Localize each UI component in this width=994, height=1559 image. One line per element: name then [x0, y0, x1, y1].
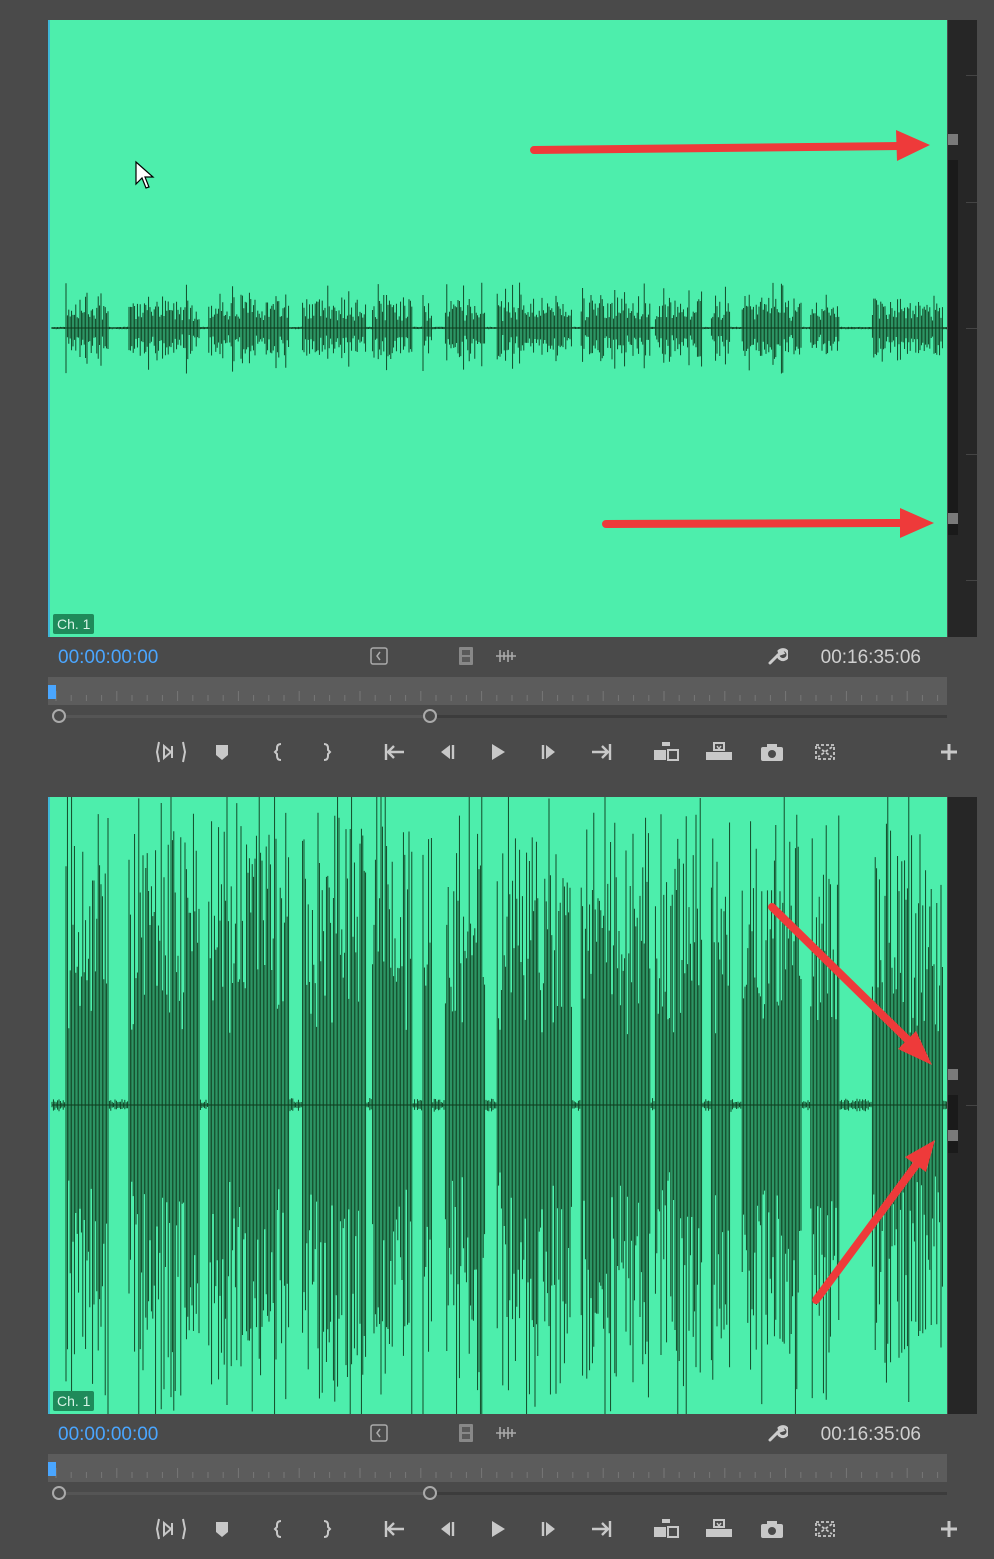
waveform-display[interactable]: Ch. 1 — [48, 797, 947, 1414]
waveform-display[interactable]: Ch. 1 — [48, 20, 947, 637]
scale-tick — [966, 1105, 977, 1106]
zoom-end-handle[interactable] — [423, 1486, 437, 1500]
scale-tick — [966, 454, 977, 455]
scale-tick — [966, 202, 977, 203]
current-timecode[interactable]: 00:00:00:00 — [58, 647, 158, 669]
zoom-start-handle[interactable] — [52, 709, 66, 723]
amplitude-range-track — [948, 160, 958, 535]
source-monitor-panel-top: Ch. 1 00:00:00:00 00:16:35:06 — [0, 0, 994, 777]
play-icon[interactable] — [481, 1513, 513, 1545]
mark-out-icon[interactable] — [310, 1513, 342, 1545]
scale-tick — [966, 75, 977, 76]
timebar: 00:00:00:00 00:16:35:06 — [48, 645, 947, 669]
step-forward-icon[interactable] — [534, 736, 566, 768]
zoom-start-handle[interactable] — [52, 1486, 66, 1500]
add-button-icon[interactable] — [933, 736, 965, 768]
zoom-scrollbar[interactable] — [48, 1485, 947, 1501]
add-marker-icon[interactable] — [206, 1513, 238, 1545]
channel-label: Ch. 1 — [53, 614, 95, 634]
zoom-scrollbar[interactable] — [48, 708, 947, 724]
scale-tick — [966, 328, 977, 329]
amplitude-range-track — [948, 1095, 958, 1153]
waveform-graph — [51, 282, 947, 374]
zoom-selection[interactable] — [58, 1492, 430, 1495]
duration-timecode: 00:16:35:06 — [820, 1424, 921, 1445]
go-to-out-icon[interactable] — [586, 736, 618, 768]
amplitude-lower-handle[interactable] — [948, 513, 958, 524]
overwrite-icon[interactable] — [703, 1513, 735, 1545]
scale-tick — [966, 580, 977, 581]
ruler-ticks — [55, 1468, 939, 1478]
amplitude-upper-handle[interactable] — [948, 134, 958, 145]
amplitude-scale[interactable] — [948, 797, 977, 1414]
export-frame-icon[interactable] — [756, 736, 788, 768]
insert-marker-icon[interactable] — [368, 1422, 390, 1444]
film-icon[interactable] — [455, 645, 477, 667]
audio-scrub-icon[interactable] — [494, 1422, 516, 1444]
add-marker-icon[interactable] — [206, 736, 238, 768]
overwrite-icon[interactable] — [703, 736, 735, 768]
time-ruler[interactable] — [48, 677, 947, 705]
zoom-end-handle[interactable] — [423, 709, 437, 723]
ruler-ticks — [55, 691, 939, 701]
mark-in-icon[interactable] — [263, 736, 295, 768]
time-ruler[interactable] — [48, 1454, 947, 1482]
channel-label: Ch. 1 — [53, 1391, 95, 1411]
button-editor-icon[interactable] — [809, 1513, 841, 1545]
mark-in-icon[interactable] — [263, 1513, 295, 1545]
current-timecode[interactable]: 00:00:00:00 — [58, 1424, 158, 1446]
wrench-icon[interactable] — [766, 1422, 788, 1444]
step-forward-icon[interactable] — [534, 1513, 566, 1545]
insert-icon[interactable] — [650, 1513, 682, 1545]
wrench-icon[interactable] — [766, 645, 788, 667]
timebar: 00:00:00:00 00:16:35:06 — [48, 1422, 947, 1446]
film-icon[interactable] — [455, 1422, 477, 1444]
go-to-in-icon[interactable] — [378, 736, 410, 768]
duration-timecode: 00:16:35:06 — [820, 647, 921, 668]
export-frame-icon[interactable] — [756, 1513, 788, 1545]
audio-scrub-icon[interactable] — [494, 645, 516, 667]
amplitude-upper-handle[interactable] — [948, 1069, 958, 1080]
step-back-icon[interactable] — [430, 736, 462, 768]
source-monitor-panel-bottom: Ch. 1 00:00:00:00 00:16:35:06 — [0, 777, 994, 1554]
step-back-icon[interactable] — [430, 1513, 462, 1545]
mouse-cursor-icon — [135, 160, 155, 189]
go-to-in-icon[interactable] — [378, 1513, 410, 1545]
transport-controls — [0, 1513, 994, 1547]
amplitude-lower-handle[interactable] — [948, 1130, 958, 1141]
match-frame-icon[interactable] — [155, 1513, 187, 1545]
button-editor-icon[interactable] — [809, 736, 841, 768]
match-frame-icon[interactable] — [155, 736, 187, 768]
play-icon[interactable] — [481, 736, 513, 768]
zoom-selection[interactable] — [58, 715, 430, 718]
add-button-icon[interactable] — [933, 1513, 965, 1545]
insert-icon[interactable] — [650, 736, 682, 768]
transport-controls — [0, 736, 994, 770]
amplitude-scale[interactable] — [948, 20, 977, 637]
waveform-graph — [51, 797, 947, 1414]
go-to-out-icon[interactable] — [586, 1513, 618, 1545]
playhead[interactable] — [48, 685, 56, 699]
playhead[interactable] — [48, 1462, 56, 1476]
mark-out-icon[interactable] — [310, 736, 342, 768]
insert-marker-icon[interactable] — [368, 645, 390, 667]
